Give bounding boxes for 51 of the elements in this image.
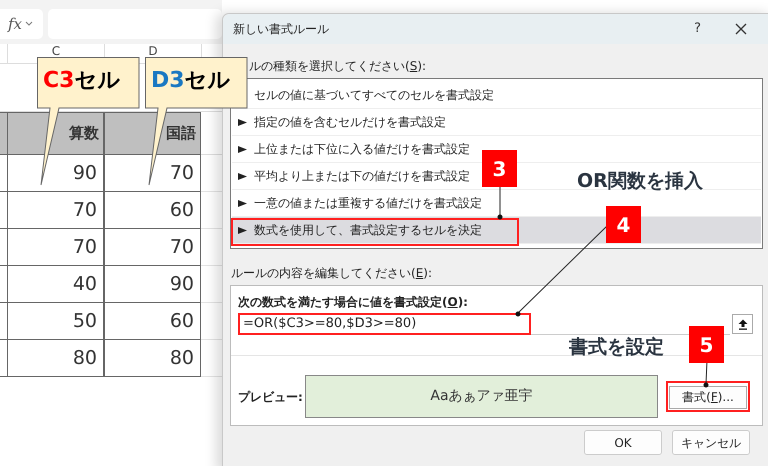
list-item[interactable]: 一意の値または重複する値だけを書式設定: [238, 194, 482, 212]
list-item[interactable]: 数式を使用して、書式設定するセルを決定: [238, 221, 482, 239]
table-header-cell: 算数: [7, 112, 104, 155]
function-button[interactable]: fx: [0, 9, 43, 39]
table-cell: 50: [7, 303, 104, 340]
dialog-button[interactable]: OK: [584, 430, 662, 455]
column-header[interactable]: C: [52, 45, 60, 58]
table-cell: 80: [7, 340, 104, 377]
pointer-icon: [238, 118, 247, 126]
pointer-icon: [238, 146, 247, 152]
table-cell: 70: [7, 229, 104, 266]
step-note: OR関数を挿入: [576, 169, 704, 194]
step-badge: 4: [606, 206, 641, 243]
dialog-button[interactable]: キャンセル: [672, 430, 750, 455]
list-item[interactable]: 平均より上または下の値だけを書式設定: [238, 167, 470, 185]
header-cell-edge: [0, 112, 7, 155]
collapse-button[interactable]: [732, 314, 753, 334]
help-button[interactable]: ?: [690, 19, 705, 39]
pointer-icon: [238, 226, 247, 234]
callout-label: C3セル: [43, 67, 120, 95]
formula-value: =OR($C3>=80,$D3>=80): [243, 314, 416, 333]
formula-label: 次の数式を満たす場合に値を書式設定(O):: [238, 295, 469, 310]
section-label: ルの種類を選択してください(S):: [249, 59, 428, 74]
table-header-cell: 国語: [104, 112, 201, 155]
preview-box: Aaあぁアァ亜宇: [305, 375, 658, 418]
chevron-icon: [25, 21, 34, 27]
table-cell: 90: [104, 266, 201, 303]
pointer-icon: [238, 172, 247, 180]
formula-input[interactable]: [48, 9, 222, 39]
table-cell: 70: [104, 229, 201, 266]
format-button[interactable]: 書式(F)...: [669, 386, 747, 409]
column-header[interactable]: D: [148, 45, 158, 58]
list-item[interactable]: セルの値に基づいてすべてのセルを書式設定: [254, 86, 494, 104]
close-icon[interactable]: [735, 23, 747, 35]
section-label: ルールの内容を編集してください(E):: [231, 266, 434, 281]
table-cell: 60: [104, 192, 201, 229]
dialog-title: 新しい書式ルール: [233, 21, 329, 38]
pointer-icon: [238, 200, 247, 206]
table-cell: 70: [7, 192, 104, 229]
step-badge: 3: [482, 150, 517, 187]
table-cell: 80: [104, 340, 201, 377]
list-item[interactable]: 指定の値を含むセルだけを書式設定: [238, 113, 446, 131]
table-cell: 40: [7, 266, 104, 303]
upload-icon: [738, 318, 748, 330]
step-badge: 5: [689, 326, 724, 363]
step-note: 書式を設定: [568, 335, 665, 360]
leader-line: [498, 186, 502, 220]
preview-label: プレビュー:: [238, 388, 304, 406]
table-cell: 60: [104, 303, 201, 340]
list-item[interactable]: 上位または下位に入る値だけを書式設定: [238, 140, 470, 158]
callout-label: D3セル: [151, 67, 231, 95]
